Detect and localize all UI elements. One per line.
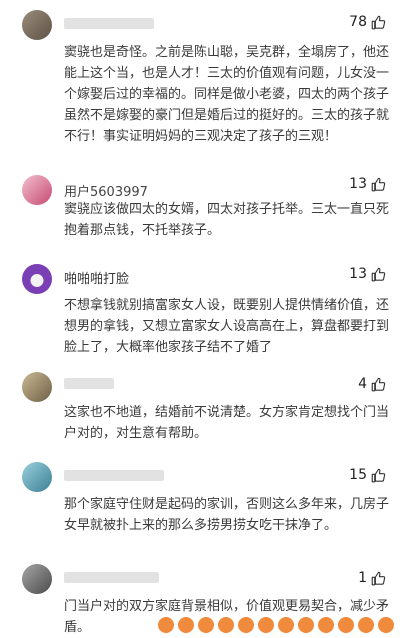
- username-redacted: [64, 470, 164, 481]
- like-button[interactable]: 15: [349, 467, 386, 483]
- comment-item: 1 门当户对的双方家庭背景相似，价值观更易契合，减少矛盾。: [0, 556, 406, 635]
- like-count: 1: [358, 570, 367, 586]
- comment-text: 这家也不地道，结婚前不说清楚。女方家肯定想找个门当户对的，对生意有帮助。: [64, 405, 390, 441]
- like-count: 13: [349, 266, 367, 282]
- like-button[interactable]: 13: [349, 266, 386, 282]
- emoji-icon: [218, 617, 234, 633]
- comment-item: 15 那个家庭守住财是起码的家训，否则这么多年来，几房子女早就被扑上来的那么多捞…: [0, 456, 406, 556]
- emoji-strip: [158, 617, 394, 633]
- comment-item: 78 窦骁也是奇怪。之前是陈山聪，吴克群，全塌房了，他还能上这个当，也是人才！三…: [0, 0, 406, 170]
- emoji-icon: [158, 617, 174, 633]
- comment-item: 用户5603997 13 窦骁应该做四太的女婿，四太对孩子托举。三太一直只死抱着…: [0, 170, 406, 262]
- comment-text: 窦骁应该做四太的女婿，四太对孩子托举。三太一直只死抱着那点钱，不托举孩子。: [64, 202, 390, 238]
- username-redacted: [64, 18, 154, 29]
- username-redacted: [64, 378, 114, 389]
- like-count: 13: [349, 176, 367, 192]
- thumbs-up-icon: [371, 468, 386, 482]
- comment-text: 不想拿钱就别搞富家女人设，既要别人提供情绪价值，还想男的拿钱，又想立富家女人设高…: [64, 298, 390, 355]
- thumbs-up-icon: [371, 267, 386, 281]
- username-blurred[interactable]: [64, 468, 164, 483]
- avatar[interactable]: [22, 564, 52, 594]
- emoji-icon: [178, 617, 194, 633]
- comment-item: 4 这家也不地道，结婚前不说清楚。女方家肯定想找个门当户对的，对生意有帮助。: [0, 362, 406, 456]
- like-button[interactable]: 4: [358, 376, 386, 392]
- like-count: 15: [349, 467, 367, 483]
- emoji-icon: [198, 617, 214, 633]
- thumbs-up-icon: [371, 377, 386, 391]
- emoji-icon: [358, 617, 374, 633]
- comment-item: 啪啪啪打脸 13 不想拿钱就别搞富家女人设，既要别人提供情绪价值，还想男的拿钱，…: [0, 262, 406, 362]
- like-button[interactable]: 78: [349, 14, 386, 30]
- username-blurred[interactable]: [64, 376, 114, 391]
- emoji-icon: [258, 617, 274, 633]
- like-count: 78: [349, 14, 367, 30]
- emoji-icon: [338, 617, 354, 633]
- comment-text: 窦骁也是奇怪。之前是陈山聪，吴克群，全塌房了，他还能上这个当，也是人才！三太的价…: [64, 45, 390, 144]
- like-button[interactable]: 13: [349, 176, 386, 192]
- like-count: 4: [358, 376, 367, 392]
- emoji-icon: [238, 617, 254, 633]
- like-button[interactable]: 1: [358, 570, 386, 586]
- avatar[interactable]: [22, 462, 52, 492]
- username[interactable]: 啪啪啪打脸: [64, 268, 129, 287]
- username-blurred[interactable]: [64, 570, 159, 585]
- emoji-icon: [298, 617, 314, 633]
- emoji-icon: [378, 617, 394, 633]
- emoji-icon: [278, 617, 294, 633]
- avatar[interactable]: [22, 264, 52, 294]
- username-redacted: [64, 572, 159, 583]
- username-blurred[interactable]: [64, 16, 154, 31]
- thumbs-up-icon: [371, 571, 386, 585]
- avatar[interactable]: [22, 10, 52, 40]
- emoji-icon: [318, 617, 334, 633]
- username[interactable]: 用户5603997: [64, 181, 148, 200]
- comment-text: 那个家庭守住财是起码的家训，否则这么多年来，几房子女早就被扑上来的那么多捞男捞女…: [64, 497, 390, 533]
- avatar[interactable]: [22, 175, 52, 205]
- avatar[interactable]: [22, 372, 52, 402]
- thumbs-up-icon: [371, 15, 386, 29]
- thumbs-up-icon: [371, 177, 386, 191]
- comment-list: 78 窦骁也是奇怪。之前是陈山聪，吴克群，全塌房了，他还能上这个当，也是人才！三…: [0, 0, 406, 635]
